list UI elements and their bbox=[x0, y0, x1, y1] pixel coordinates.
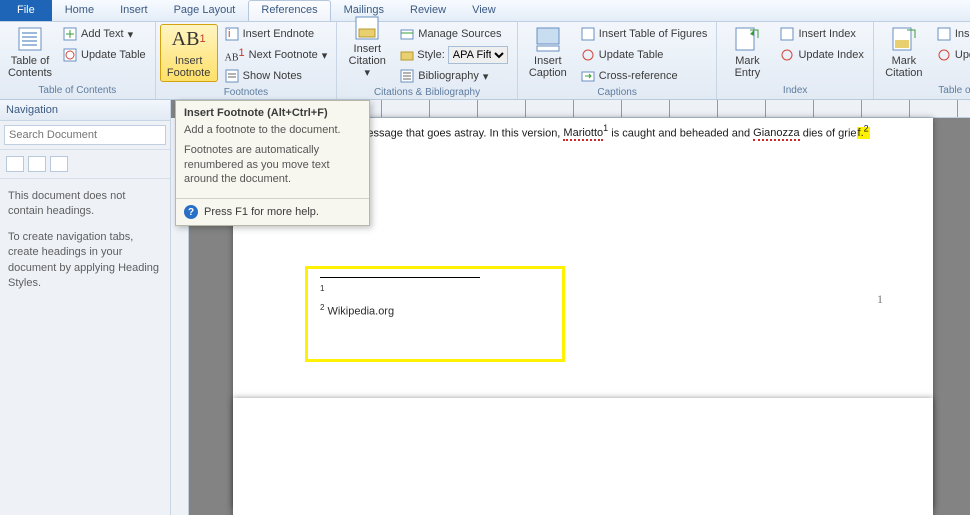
misspell-gianozza[interactable]: Gianozza bbox=[753, 127, 799, 141]
group-title-captions: Captions bbox=[522, 86, 713, 99]
refresh-icon bbox=[937, 48, 951, 62]
notes-icon bbox=[225, 69, 239, 83]
ribbon: Table of Contents Add Text ▾ Update Tabl… bbox=[0, 22, 970, 100]
refresh-icon bbox=[63, 48, 77, 62]
group-title-toa: Table of Authorities bbox=[878, 84, 970, 97]
nav-title: Navigation bbox=[0, 100, 170, 121]
show-notes-button[interactable]: Show Notes bbox=[220, 66, 333, 86]
manage-icon bbox=[400, 27, 414, 41]
insert-footnote-label: Insert Footnote bbox=[167, 55, 210, 79]
svg-text:i: i bbox=[228, 28, 230, 40]
mark-citation-icon bbox=[889, 25, 919, 53]
tab-file[interactable]: File bbox=[0, 0, 52, 21]
group-title-footnotes: Footnotes bbox=[160, 86, 333, 99]
view-results-button[interactable] bbox=[50, 156, 68, 172]
cross-reference-button[interactable]: Cross-reference bbox=[576, 66, 713, 86]
footnote-2[interactable]: 2Wikipedia.org bbox=[320, 303, 550, 318]
toc-label: Table of Contents bbox=[8, 55, 52, 79]
footnote-area-highlight: 1 2Wikipedia.org bbox=[305, 266, 565, 362]
nav-message: This document does not contain headings.… bbox=[0, 179, 170, 311]
ribbon-tabs: File Home Insert Page Layout References … bbox=[0, 0, 970, 22]
refresh-icon bbox=[780, 48, 794, 62]
mark-entry-icon bbox=[732, 25, 762, 53]
footnote-icon: AB1 bbox=[174, 25, 204, 53]
tooltip-help: Press F1 for more help. bbox=[204, 206, 319, 218]
help-icon: ? bbox=[184, 205, 198, 219]
tooltip-line2: Footnotes are automatically renumbered a… bbox=[184, 143, 361, 186]
insert-endnote-button[interactable]: iInsert Endnote bbox=[220, 24, 333, 44]
citation-icon bbox=[352, 15, 382, 41]
insert-citation-button[interactable]: Insert Citation ▾ bbox=[341, 24, 393, 82]
group-title-index: Index bbox=[721, 84, 868, 97]
view-pages-button[interactable] bbox=[28, 156, 46, 172]
tooltip-insert-footnote: Insert Footnote (Alt+Ctrl+F) Add a footn… bbox=[175, 100, 370, 226]
tab-references[interactable]: References bbox=[248, 0, 330, 21]
footnote-1[interactable]: 1 bbox=[320, 284, 550, 299]
view-headings-button[interactable] bbox=[6, 156, 24, 172]
misspell-mariotto[interactable]: Mariotto bbox=[563, 127, 603, 141]
tab-insert[interactable]: Insert bbox=[107, 0, 161, 21]
document-body[interactable]: the crucial message that goes astray. In… bbox=[305, 122, 893, 142]
style-icon bbox=[400, 48, 414, 62]
mark-entry-button[interactable]: Mark Entry bbox=[721, 24, 773, 82]
nav-view-switcher bbox=[0, 150, 170, 179]
group-title-citations: Citations & Bibliography bbox=[341, 86, 513, 99]
plus-icon bbox=[63, 27, 77, 41]
search-input[interactable] bbox=[4, 125, 166, 145]
index-icon bbox=[780, 27, 794, 41]
insert-footnote-button[interactable]: AB1 Insert Footnote bbox=[160, 24, 218, 82]
tof-icon bbox=[581, 27, 595, 41]
table-of-contents-button[interactable]: Table of Contents bbox=[4, 24, 56, 82]
style-dropdown[interactable]: APA Fift bbox=[448, 46, 508, 64]
insert-tof-button[interactable]: Insert Table of Figures bbox=[576, 24, 713, 44]
insert-index-button[interactable]: Insert Index bbox=[775, 24, 868, 44]
tab-home[interactable]: Home bbox=[52, 0, 107, 21]
update-captions-button[interactable]: Update Table bbox=[576, 45, 713, 65]
insert-caption-button[interactable]: Insert Caption bbox=[522, 24, 574, 82]
highlighted-fn2: f.2 bbox=[857, 127, 870, 139]
add-text-button[interactable]: Add Text ▾ bbox=[58, 24, 151, 44]
tooltip-title: Insert Footnote (Alt+Ctrl+F) bbox=[176, 101, 369, 123]
tab-review[interactable]: Review bbox=[397, 0, 459, 21]
footnote-ref-2[interactable]: 2 bbox=[864, 124, 869, 134]
toc-icon bbox=[15, 25, 45, 53]
biblio-icon bbox=[400, 69, 414, 83]
page-number: 1 bbox=[877, 292, 883, 307]
group-citations: Insert Citation ▾ Manage Sources Style:A… bbox=[337, 22, 518, 99]
page-2[interactable] bbox=[233, 398, 933, 515]
group-captions: Insert Caption Insert Table of Figures U… bbox=[518, 22, 718, 99]
tab-page-layout[interactable]: Page Layout bbox=[161, 0, 249, 21]
group-index: Mark Entry Insert Index Update Index Ind… bbox=[717, 22, 873, 99]
group-toc: Table of Contents Add Text ▾ Update Tabl… bbox=[0, 22, 156, 99]
insert-toa-button[interactable]: Insert Table of Authorities bbox=[932, 24, 970, 44]
ab-icon: AB1 bbox=[225, 47, 245, 63]
group-title-toc: Table of Contents bbox=[4, 84, 151, 97]
tab-view[interactable]: View bbox=[459, 0, 509, 21]
toa-icon bbox=[937, 27, 951, 41]
update-toa-button[interactable]: Update Table bbox=[932, 45, 970, 65]
caption-icon bbox=[533, 25, 563, 53]
crossref-icon bbox=[581, 69, 595, 83]
citation-style-select[interactable]: Style:APA Fift bbox=[395, 45, 513, 65]
next-footnote-button[interactable]: AB1Next Footnote ▾ bbox=[220, 45, 333, 65]
bibliography-button[interactable]: Bibliography ▾ bbox=[395, 66, 513, 86]
group-toa: Mark Citation Insert Table of Authoritie… bbox=[874, 22, 970, 99]
endnote-icon: i bbox=[225, 27, 239, 41]
footnote-divider bbox=[320, 277, 480, 278]
update-toc-button[interactable]: Update Table bbox=[58, 45, 151, 65]
navigation-pane: Navigation This document does not contai… bbox=[0, 100, 171, 515]
refresh-icon bbox=[581, 48, 595, 62]
manage-sources-button[interactable]: Manage Sources bbox=[395, 24, 513, 44]
mark-citation-button[interactable]: Mark Citation bbox=[878, 24, 930, 82]
tooltip-line1: Add a footnote to the document. bbox=[184, 123, 361, 137]
group-footnotes: AB1 Insert Footnote iInsert Endnote AB1N… bbox=[156, 22, 338, 99]
update-index-button[interactable]: Update Index bbox=[775, 45, 868, 65]
workspace: Navigation This document does not contai… bbox=[0, 100, 970, 515]
